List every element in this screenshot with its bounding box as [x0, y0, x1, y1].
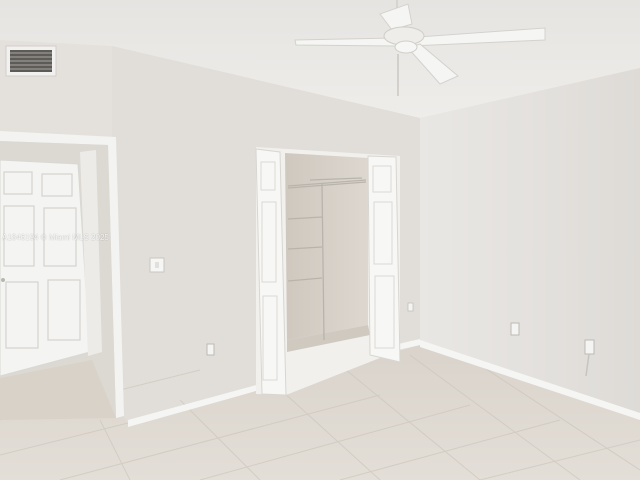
- outlet-closet: [407, 302, 414, 312]
- outlet-right-2: [584, 339, 595, 355]
- light-switch: [149, 257, 165, 273]
- outlet-center: [206, 343, 215, 356]
- closet-door-right: [367, 155, 401, 363]
- hallway-door: [0, 159, 91, 377]
- air-vent: [5, 45, 57, 77]
- photo-watermark: A1846194 © Miami MLS 2025: [2, 233, 109, 242]
- bedroom-photo: A1846194 © Miami MLS 2025: [0, 0, 640, 480]
- outlet-right-1: [510, 322, 520, 336]
